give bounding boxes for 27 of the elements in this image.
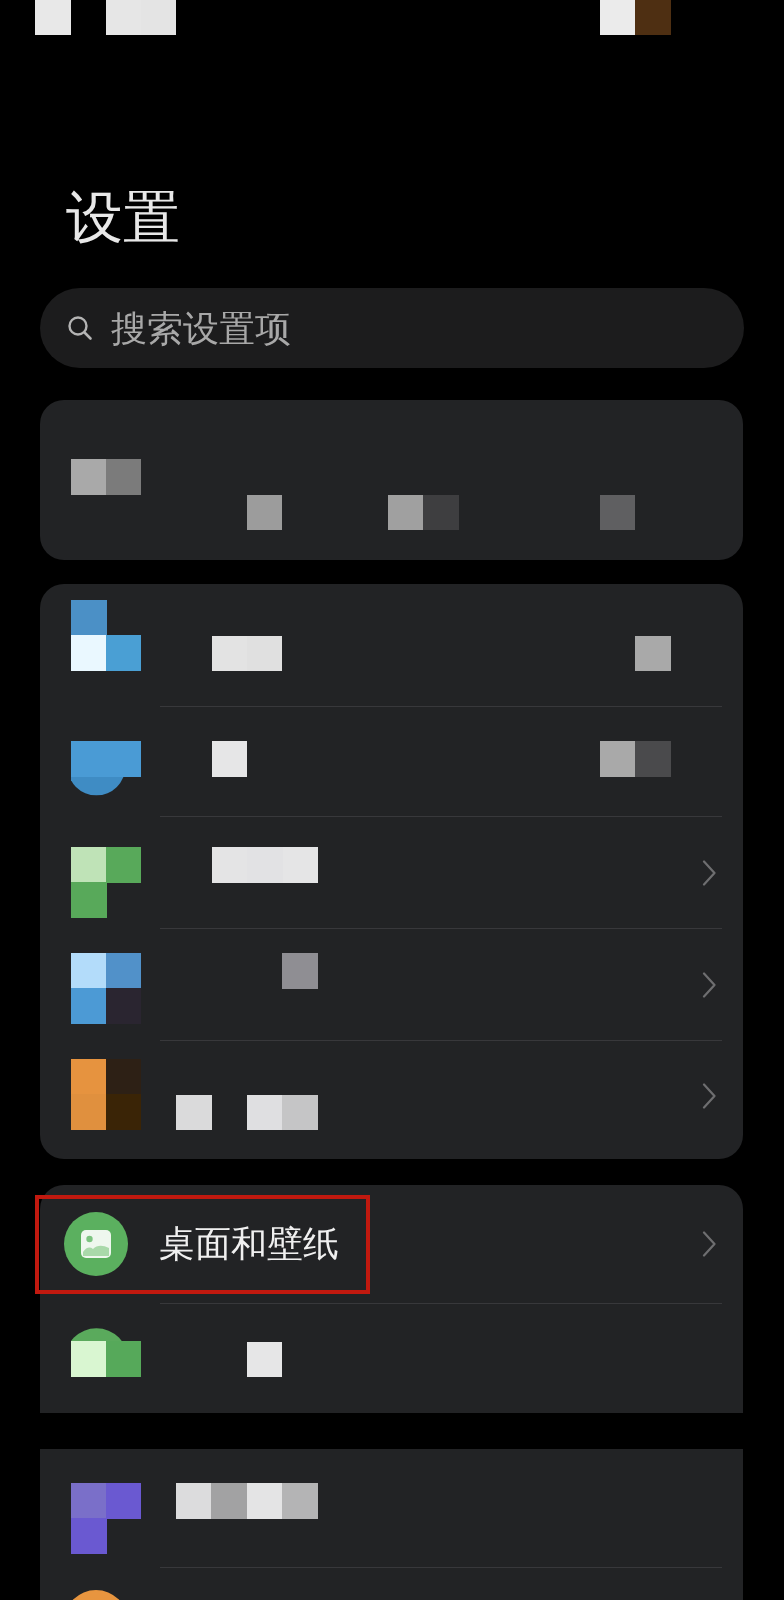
pixelated-patch <box>247 1341 283 1377</box>
settings-row[interactable] <box>40 400 743 561</box>
pixelated-patch <box>176 1094 212 1130</box>
pixelated-patch <box>105 0 177 36</box>
pixelated-patch <box>70 953 142 1024</box>
pixelated-patch <box>70 600 142 671</box>
pixelated-patch <box>247 1094 318 1130</box>
pixelated-patch <box>282 953 318 989</box>
pixelated-patch <box>70 1059 142 1130</box>
settings-row[interactable]: 桌面和壁纸 <box>40 1185 743 1304</box>
search-icon <box>67 315 93 342</box>
pixelated-patch <box>600 741 671 777</box>
pixelated-patch <box>211 741 248 777</box>
pixelated-patch <box>247 494 283 530</box>
pixelated-patch <box>35 0 71 36</box>
pixelated-patch <box>600 494 636 530</box>
picture-icon <box>64 1212 128 1277</box>
pixelated-patch <box>70 459 142 495</box>
search-field[interactable]: 搜索设置项 <box>40 288 744 369</box>
page-title: 设置 <box>66 189 180 247</box>
pixelated-patch <box>388 494 459 530</box>
row-label: 桌面和壁纸 <box>159 1226 339 1263</box>
pixelated-patch <box>600 0 671 36</box>
pixelated-patch <box>70 847 142 918</box>
pixelated-patch <box>635 635 671 671</box>
pixelated-patch <box>211 635 283 671</box>
pixelated-patch <box>70 1483 142 1554</box>
